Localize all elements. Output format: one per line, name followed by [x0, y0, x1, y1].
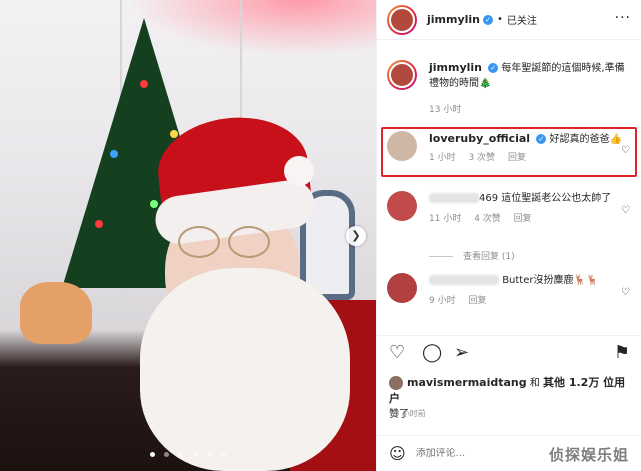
blurred-username [429, 275, 499, 285]
tree-ornament [110, 150, 118, 158]
avatar[interactable] [387, 191, 417, 221]
post-photo[interactable]: ❯ [0, 0, 376, 471]
comment-input[interactable] [415, 448, 516, 459]
verified-badge-icon: ✓ [483, 14, 494, 25]
comment-time[interactable]: 11 小时 [429, 214, 461, 224]
comment-username[interactable]: loveruby_official [429, 132, 530, 145]
carousel-dot [164, 452, 170, 457]
heart-icon[interactable]: ♡ [621, 205, 630, 216]
comments-panel: jimmylin ✓ • 已关注 ··· jimmylin ✓ 每年聖誕節的這個… [376, 0, 641, 471]
santa-hat-pompom [284, 156, 314, 186]
comment-item: 469 這位聖誕老公公也太帥了 11 小时 4 次赞 回复 ♡ [377, 191, 641, 227]
caption-username[interactable]: jimmylin [429, 61, 482, 74]
blurred-username [429, 193, 479, 203]
heart-icon[interactable]: ♡ [621, 145, 630, 156]
comment-text: 好認真的爸爸👍 [549, 134, 622, 145]
caption-time[interactable]: 13 小时 [429, 105, 461, 115]
verified-badge-icon: ✓ [536, 134, 547, 144]
verified-badge-icon: ✓ [488, 63, 499, 73]
avatar[interactable] [387, 131, 417, 161]
caption: jimmylin ✓ 每年聖誕節的這個時候,準備禮物的時間🎄 13 小时 [377, 60, 641, 118]
emoji-icon[interactable]: ☺ [389, 444, 406, 463]
follow-status-button[interactable]: 已关注 [507, 12, 537, 27]
avatar[interactable] [387, 4, 417, 35]
comment-time[interactable]: 9 小时 [429, 296, 456, 306]
header-username[interactable]: jimmylin [427, 13, 480, 26]
tree-ornament [95, 220, 103, 228]
comment-bubble-icon[interactable]: ◯ [422, 342, 442, 363]
post-header: jimmylin ✓ • 已关注 ··· [377, 0, 641, 40]
separator-dot: • [497, 14, 503, 25]
avatar[interactable] [387, 60, 417, 90]
divider [429, 256, 453, 257]
comment-item: Butter沒扮麋鹿🦌🦌 9 小时 回复 ♡ [377, 273, 641, 309]
comment-text: 這位聖誕老公公也太帥了 [501, 193, 612, 204]
glasses [178, 226, 274, 260]
comment-item: loveruby_official ✓ 好認真的爸爸👍 1 小时 3 次赞 回复… [377, 131, 641, 166]
reply-button[interactable]: 回复 [514, 214, 532, 224]
watermark: 侦探娱乐姐 [548, 446, 629, 464]
action-bar: ♡ ◯ ➢ ⚑ [377, 335, 641, 370]
avatar[interactable] [389, 376, 403, 390]
like-heart-icon[interactable]: ♡ [389, 342, 405, 363]
more-horizontal-icon[interactable]: ··· [615, 10, 631, 26]
heart-icon[interactable]: ♡ [621, 287, 630, 298]
comment-text: Butter沒扮麋鹿🦌🦌 [502, 275, 599, 286]
cat [20, 282, 92, 344]
post-time[interactable]: 13 小时前 [389, 408, 426, 419]
view-replies[interactable]: 查看回复 (1) [429, 249, 515, 262]
reply-button[interactable]: 回复 [468, 296, 486, 306]
bookmark-icon[interactable]: ⚑ [614, 342, 630, 363]
next-photo-arrow-icon[interactable]: ❯ [346, 226, 366, 246]
carousel-dot [178, 452, 184, 457]
comment-likes[interactable]: 3 次赞 [468, 153, 495, 163]
tree-ornament [140, 80, 148, 88]
liker-username[interactable]: mavismermaidtang [407, 376, 527, 389]
santa-beard [140, 268, 350, 471]
avatar[interactable] [387, 273, 417, 303]
carousel-dot [220, 452, 226, 457]
share-send-icon[interactable]: ➢ [454, 342, 469, 363]
carousel-dot [192, 452, 198, 457]
comment-likes[interactable]: 4 次赞 [474, 214, 501, 224]
view-replies-label: 查看回复 (1) [463, 252, 515, 262]
comment-username-partial[interactable]: 469 [479, 193, 498, 204]
likes-connector: 和 [529, 378, 540, 389]
tree-ornament [150, 200, 158, 208]
reply-button[interactable]: 回复 [508, 153, 526, 163]
carousel-dot [206, 452, 212, 457]
comment-time[interactable]: 1 小时 [429, 153, 456, 163]
carousel-dots [0, 442, 376, 461]
carousel-dot [150, 452, 156, 457]
